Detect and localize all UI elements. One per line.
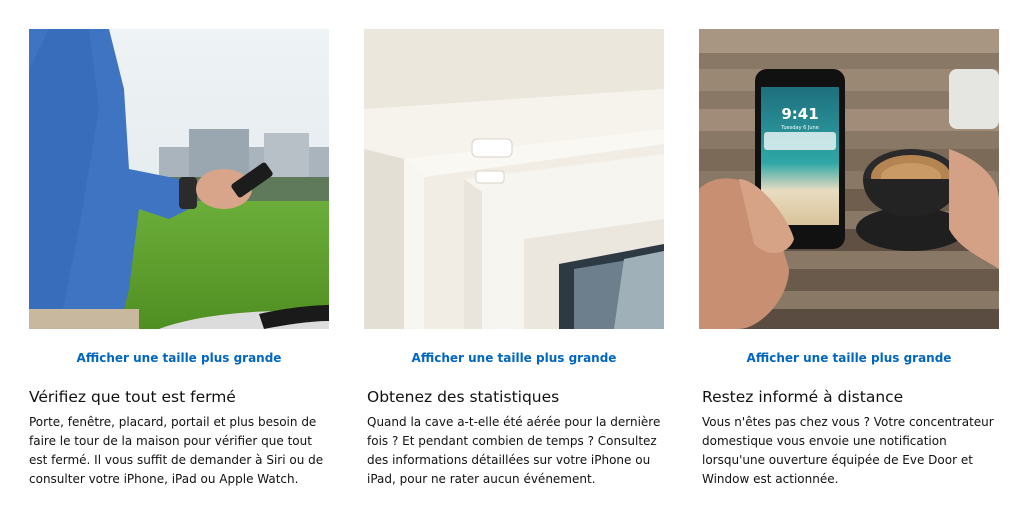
feature-title: Restez informé à distance <box>702 388 904 406</box>
feature-grid: Afficher une taille plus grande Vérifiez… <box>0 0 1034 520</box>
feature-image-cyclist[interactable] <box>29 29 329 329</box>
enlarge-image-link[interactable]: Afficher une taille plus grande <box>699 351 999 369</box>
enlarge-image-link[interactable]: Afficher une taille plus grande <box>364 351 664 369</box>
phone-time: 9:41 <box>781 105 818 123</box>
feature-image-phone-coffee[interactable]: 9:41 Tuesday 6 June <box>699 29 999 329</box>
phone-date: Tuesday 6 June <box>780 125 819 131</box>
feature-description: Porte, fenêtre, placard, portail et plus… <box>29 415 324 486</box>
feature-description: Quand la cave a-t-elle été aérée pour la… <box>367 415 661 486</box>
feature-card-statistics: Afficher une taille plus grande Obtenez … <box>364 29 664 489</box>
feature-title: Obtenez des statistiques <box>367 388 560 406</box>
feature-title: Vérifiez que tout est fermé <box>29 388 236 406</box>
feature-card-locked: Afficher une taille plus grande Vérifiez… <box>29 29 329 489</box>
feature-image-window-sensor[interactable] <box>364 29 664 329</box>
enlarge-image-link[interactable]: Afficher une taille plus grande <box>29 351 329 369</box>
feature-card-remote: 9:41 Tuesday 6 June Afficher une taille … <box>699 29 999 489</box>
feature-description: Vous n'êtes pas chez vous ? Votre concen… <box>702 415 994 486</box>
